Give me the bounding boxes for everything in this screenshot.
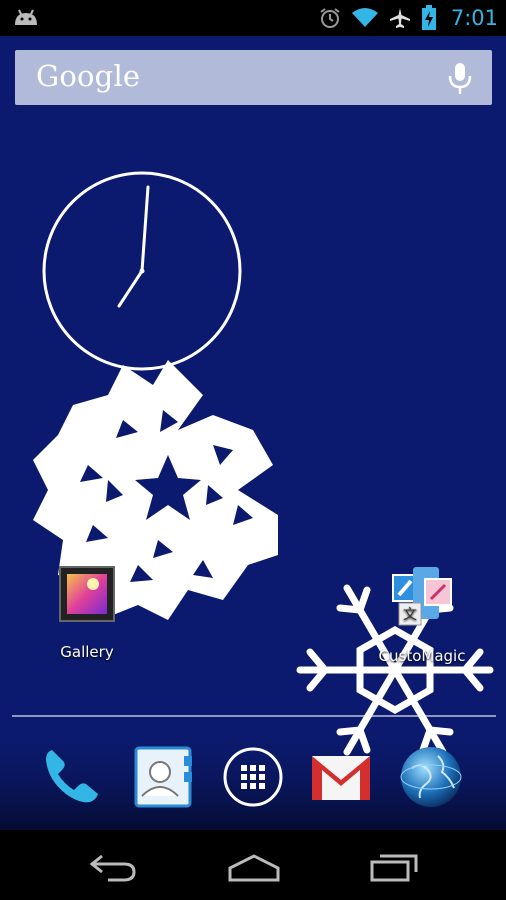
google-search-bar[interactable]: Google	[15, 50, 492, 105]
customagic-icon: 文	[392, 567, 452, 626]
svg-text:文: 文	[403, 607, 417, 623]
app-label-customagic: CustoMagic	[378, 647, 466, 665]
google-logo[interactable]: Google	[36, 59, 140, 93]
gallery-icon	[59, 566, 115, 622]
app-drawer-icon[interactable]	[220, 744, 286, 810]
status-bar: 7:01	[0, 0, 506, 36]
status-time: 7:01	[450, 6, 498, 30]
clock-hour-hand	[117, 269, 144, 308]
mic-icon[interactable]	[446, 61, 474, 95]
back-icon[interactable]	[88, 852, 138, 882]
app-customagic[interactable]: 文 CustoMagic	[362, 565, 482, 665]
app-label-gallery: Gallery	[60, 643, 114, 661]
dock-divider	[12, 715, 496, 717]
home-icon[interactable]	[226, 852, 282, 882]
gmail-icon[interactable]	[308, 744, 374, 810]
battery-charging-icon	[421, 5, 436, 30]
contacts-icon[interactable]	[130, 744, 196, 810]
analog-clock-widget[interactable]	[40, 169, 244, 373]
clock-minute-hand	[140, 185, 150, 273]
airplane-mode-icon	[389, 8, 410, 28]
dock	[0, 740, 506, 820]
wifi-icon	[351, 8, 378, 27]
alarm-icon	[320, 8, 340, 28]
android-notification-icon[interactable]	[12, 7, 40, 29]
app-gallery[interactable]: Gallery	[45, 565, 129, 661]
recent-apps-icon[interactable]	[368, 852, 420, 882]
phone-icon[interactable]	[38, 744, 104, 810]
navigation-bar	[0, 830, 506, 900]
globe-icon[interactable]	[398, 744, 464, 810]
